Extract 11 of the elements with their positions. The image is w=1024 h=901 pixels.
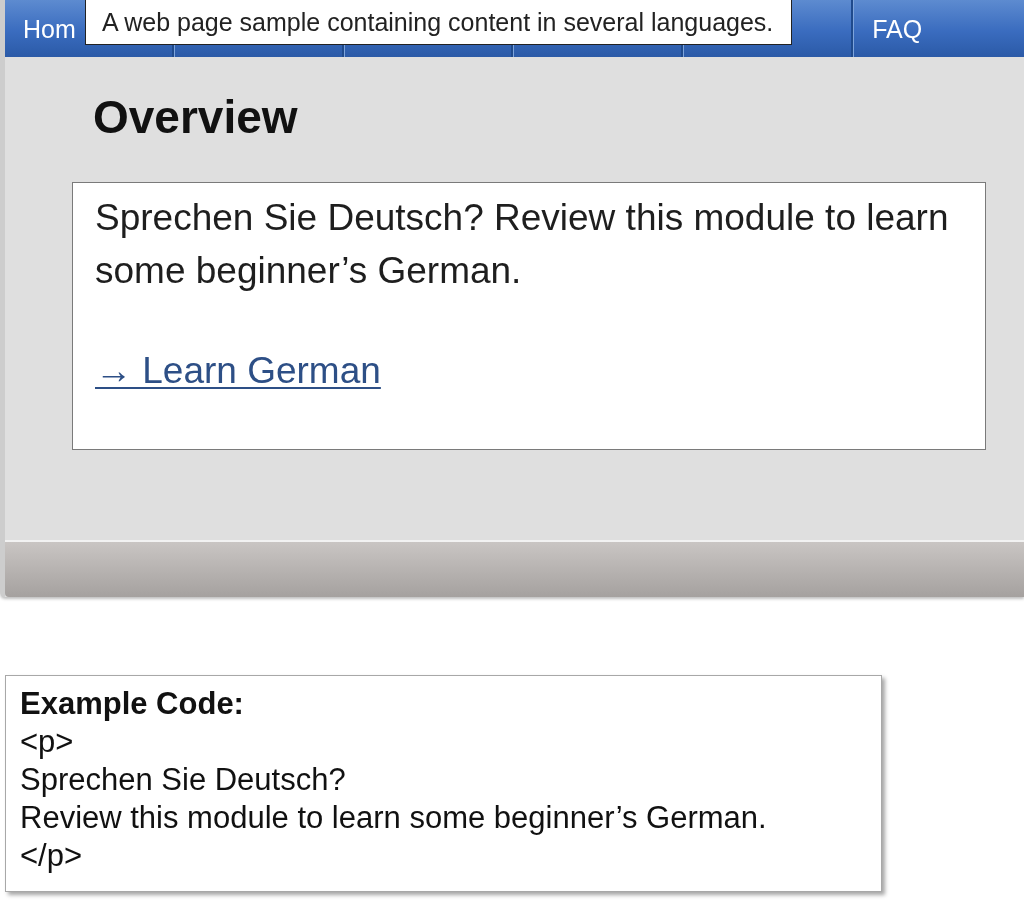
code-line: <p> bbox=[20, 723, 74, 761]
code-title: Example Code: bbox=[20, 685, 244, 723]
tooltip: A web page sample containing content in several languages. bbox=[85, 0, 793, 45]
intro-paragraph: Sprechen Sie Deutsch? Review this module to learn some beginner’s German. bbox=[95, 196, 950, 293]
section-heading: Overview bbox=[93, 91, 298, 144]
code-line: Sprechen Sie Deutsch? bbox=[20, 761, 346, 799]
nav-tab[interactable]: FAQ bbox=[872, 13, 923, 44]
nav-tab[interactable]: Hom bbox=[23, 13, 76, 44]
code-line: Review this module to learn some beginner’s German. bbox=[20, 799, 767, 837]
course-link[interactable]: → Learn German bbox=[95, 344, 381, 397]
code-line: </p> bbox=[20, 837, 83, 875]
